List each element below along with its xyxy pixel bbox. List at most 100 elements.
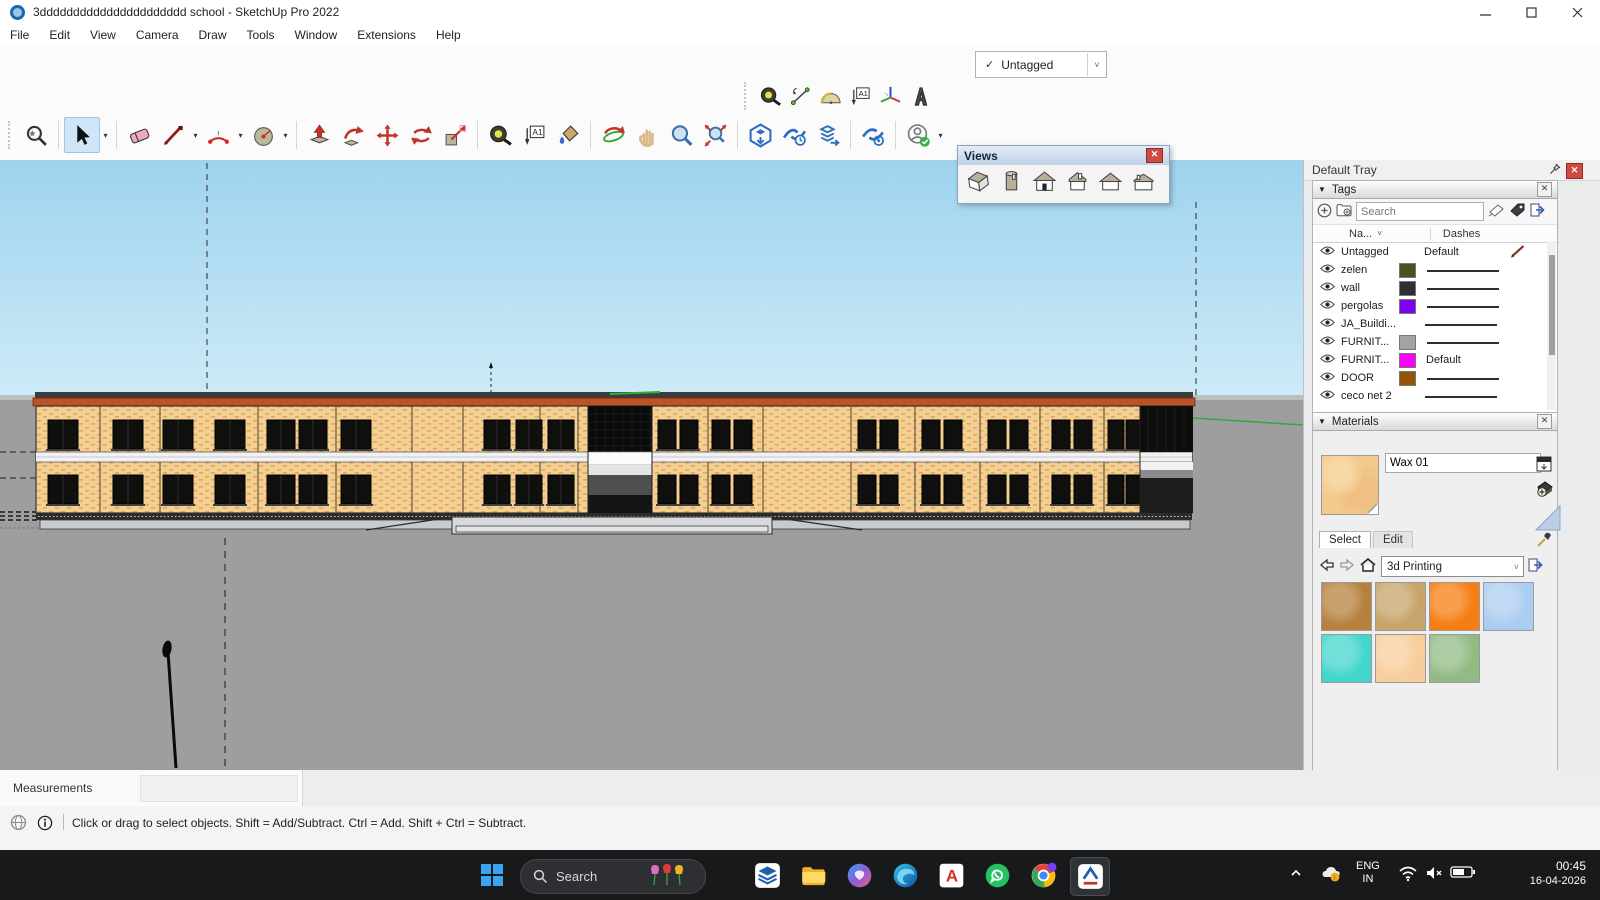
tag-dashes[interactable] (1424, 390, 1510, 402)
tag-color-swatch[interactable] (1399, 353, 1416, 368)
back-button[interactable] (1319, 558, 1335, 575)
view-top-button[interactable] (999, 169, 1024, 199)
zoom-tool-icon[interactable] (664, 118, 698, 152)
taskbar-app-acrobat[interactable]: A (932, 857, 970, 894)
tag-dashes[interactable] (1424, 318, 1510, 330)
visibility-eye-icon[interactable] (1313, 389, 1335, 403)
menu-camera[interactable]: Camera (126, 24, 189, 45)
taskbar-app-copilot[interactable] (840, 857, 878, 894)
viewport-3d[interactable] (0, 160, 1303, 770)
tag-row[interactable]: pergolas (1313, 297, 1557, 315)
3d-text-tool-icon[interactable] (905, 81, 935, 111)
tags-panel-header[interactable]: ▼ Tags ✕ (1313, 181, 1557, 199)
tab-edit[interactable]: Edit (1373, 531, 1413, 548)
visibility-eye-icon[interactable] (1313, 371, 1335, 385)
battery-icon[interactable] (1450, 864, 1476, 884)
toolbar-grip[interactable] (744, 82, 750, 110)
edit-pencil-icon[interactable] (1510, 244, 1526, 261)
add-tag-folder-button[interactable] (1336, 203, 1352, 220)
tag-color-swatch[interactable] (1399, 263, 1416, 278)
tag-row[interactable]: Untagged Default (1313, 243, 1557, 261)
tag-dashes[interactable] (1426, 300, 1512, 312)
visibility-eye-icon[interactable] (1313, 353, 1335, 367)
sign-in-dropdown-caret[interactable]: ▾ (935, 118, 946, 152)
menu-window[interactable]: Window (285, 24, 348, 45)
menu-draw[interactable]: Draw (189, 24, 237, 45)
view-left-button[interactable] (1131, 169, 1156, 199)
minimize-button[interactable] (1462, 0, 1508, 24)
eyedropper-icon[interactable] (1535, 531, 1555, 551)
share-model-tool-icon[interactable] (777, 118, 811, 152)
views-close-button[interactable]: ✕ (1146, 148, 1163, 163)
axes-tool-icon[interactable] (875, 81, 905, 111)
tray-close-button[interactable]: ✕ (1566, 163, 1583, 179)
material-orange[interactable] (1429, 582, 1480, 631)
material-green[interactable] (1429, 634, 1480, 683)
tag-color-swatch[interactable] (1399, 299, 1416, 314)
tag-row[interactable]: DOOR (1313, 369, 1557, 387)
eraser-tool-icon[interactable] (122, 118, 156, 152)
material-turquoise[interactable] (1321, 634, 1372, 683)
pan-tool-icon[interactable] (630, 118, 664, 152)
tag-dashes[interactable] (1426, 372, 1512, 384)
taskbar-search[interactable]: Search (520, 859, 706, 894)
active-tag-dropdown[interactable]: ✓ Untagged ˅ (975, 51, 1107, 78)
materials-panel-header[interactable]: ▼ Materials ✕ (1313, 413, 1557, 431)
clock[interactable]: 00:45 16-04-2026 (1530, 859, 1586, 889)
toolbar-grip[interactable] (8, 121, 14, 149)
sample-paint-icon[interactable] (1535, 505, 1561, 531)
follow-me-tool-icon[interactable] (336, 118, 370, 152)
tags-column-header[interactable]: Na... ˅ Dashes (1313, 224, 1557, 243)
menu-tools[interactable]: Tools (237, 24, 285, 45)
taskbar-app-chrome[interactable] (1024, 857, 1062, 894)
3d-warehouse-tool-icon[interactable] (743, 118, 777, 152)
tray-chevron-icon[interactable] (1288, 865, 1304, 885)
weather-tray-icon[interactable]: ! (1320, 861, 1344, 889)
measurements-value-field[interactable] (140, 775, 298, 802)
tag-color-swatch[interactable] (1399, 335, 1416, 350)
tag-row[interactable]: zelen (1313, 261, 1557, 279)
line-tool-icon[interactable] (156, 118, 190, 152)
select-tool-icon[interactable] (64, 117, 100, 153)
tape-measure-tool-icon[interactable] (483, 118, 517, 152)
tags-close-button[interactable]: ✕ (1537, 182, 1552, 197)
create-material-button[interactable] (1535, 479, 1555, 499)
visibility-eye-icon[interactable] (1313, 281, 1335, 295)
taskbar-app-sketchup-active[interactable] (1070, 857, 1110, 896)
select-dropdown-caret[interactable]: ▾ (100, 118, 111, 152)
tag-dashes[interactable]: Default (1426, 354, 1512, 366)
tag-dashes[interactable]: Default (1424, 246, 1510, 258)
collection-details-icon[interactable] (1528, 558, 1543, 575)
menu-help[interactable]: Help (426, 24, 471, 45)
close-button[interactable] (1554, 0, 1600, 24)
tags-scrollbar[interactable] (1547, 241, 1556, 410)
taskbar-app-edge[interactable] (886, 857, 924, 894)
move-tool-icon[interactable] (370, 118, 404, 152)
menu-edit[interactable]: Edit (39, 24, 80, 45)
tape-measure-tool-icon[interactable] (755, 81, 785, 111)
tag-details-icon[interactable] (1530, 203, 1545, 220)
tag-dashes[interactable] (1426, 282, 1512, 294)
pin-icon[interactable] (1549, 163, 1561, 178)
forward-button[interactable] (1339, 558, 1355, 575)
taskbar-app-file-explorer[interactable] (794, 857, 832, 894)
zoom-extents-tool-icon[interactable] (698, 118, 732, 152)
tag-dashes[interactable] (1426, 336, 1512, 348)
view-iso-button[interactable] (966, 169, 991, 199)
add-tag-button[interactable] (1317, 203, 1332, 221)
tag-row[interactable]: ceco net 2 (1313, 387, 1557, 405)
visibility-eye-icon[interactable] (1313, 299, 1335, 313)
purge-tags-icon[interactable] (1509, 203, 1526, 220)
line-dropdown-caret[interactable]: ▾ (190, 118, 201, 152)
visibility-eye-icon[interactable] (1313, 263, 1335, 277)
paint-bucket-tool-icon[interactable] (551, 118, 585, 152)
material-preview[interactable] (1321, 455, 1379, 515)
share-component-tool-icon[interactable] (811, 118, 845, 152)
display-secondary-pane-icon[interactable] (1535, 455, 1555, 475)
scale-tool-icon[interactable] (438, 118, 472, 152)
language-indicator[interactable]: ENGIN (1356, 860, 1380, 886)
menu-view[interactable]: View (80, 24, 126, 45)
material-brown[interactable] (1321, 582, 1372, 631)
tab-select[interactable]: Select (1319, 531, 1371, 548)
tag-row[interactable]: JA_Buildi... (1313, 315, 1557, 333)
